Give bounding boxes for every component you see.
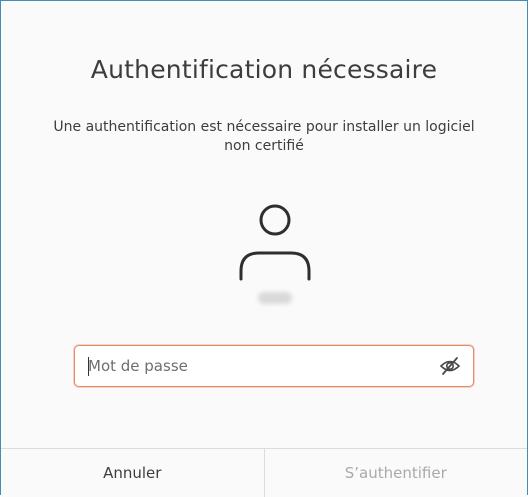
cancel-button[interactable]: Annuler [1,449,265,497]
user-avatar-icon [239,204,311,281]
dialog-title: Authentification nécessaire [90,55,438,84]
password-input[interactable] [88,346,418,386]
eye-slash-icon[interactable] [439,356,461,376]
authenticate-button[interactable]: S’authentifier [264,449,527,497]
dialog-message: Une authentification est nécessaire pour… [53,119,475,154]
password-field[interactable] [74,345,474,387]
authentication-dialog: Authentification nécessaire Une authenti… [0,0,528,497]
username-blurred [258,292,292,304]
dialog-footer: Annuler S’authentifier [1,448,527,497]
